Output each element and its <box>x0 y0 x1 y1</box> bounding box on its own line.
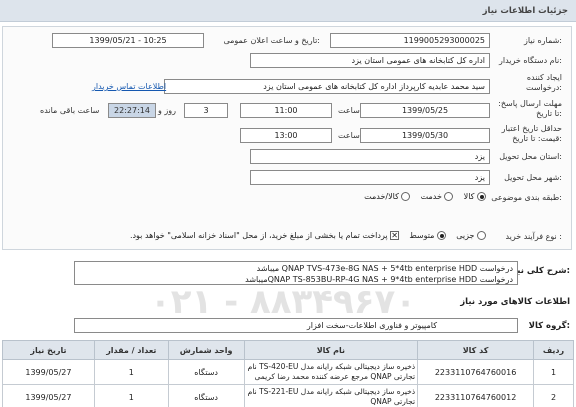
table-row[interactable]: 1399/05/27 1 دستگاه ذخیره ساز دیجیتالی ش… <box>2 384 574 407</box>
table-row[interactable]: 1399/05/27 1 دستگاه ذخیره ساز دیجیتالی ش… <box>2 359 574 385</box>
process-radio-medium[interactable] <box>437 231 447 240</box>
reply-date-field: 1399/05/25 <box>360 103 490 118</box>
category-radio-goods[interactable] <box>477 192 486 201</box>
cell-unit: دستگاه <box>167 359 245 385</box>
cell-unit: دستگاه <box>167 384 245 407</box>
process-options: جزیی متوسط ✕ پرداخت تمام یا بخشی از مبلغ… <box>130 231 486 240</box>
category-radio-goods-service[interactable] <box>401 192 411 201</box>
announce-label: تاریخ و ساعت اعلان عمومی: <box>223 36 320 45</box>
category-radio-service[interactable] <box>444 192 454 201</box>
remaining-time-counter: 22:27:14 <box>108 103 156 118</box>
category-option-service: خدمت <box>420 192 442 201</box>
cell-need-date: 1399/05/27 <box>2 359 95 385</box>
province-field: یزد <box>250 149 490 164</box>
reply-time-label: ساعت <box>338 106 360 115</box>
cell-item-code: 2233110764760016 <box>417 359 535 385</box>
cell-row-number: 1 <box>533 359 574 385</box>
validity-date-field: 1399/05/30 <box>360 128 490 143</box>
col-quantity: تعداد / مقدار <box>93 340 169 360</box>
items-section-title: اطلاعات کالاهای مورد نیاز <box>460 297 570 307</box>
col-need-date: تاریخ نیاز <box>2 340 95 360</box>
cell-quantity: 1 <box>93 359 169 385</box>
goods-group-value: کامپیوتر و فناوری اطلاعات-سخت افزار <box>306 321 437 330</box>
cell-row-number: 2 <box>533 384 574 407</box>
buyer-contact-link[interactable]: اطلاعات تماس خریدار <box>92 82 166 91</box>
price-validity-label: حداقل تاریخ اعتبار قیمت: تا تاریخ: <box>501 124 562 143</box>
process-type-label: نوع فرآیند خرید : <box>505 232 562 241</box>
need-number-field: 1199005293000025 <box>330 33 490 48</box>
days-remaining-field: 3 <box>184 103 228 118</box>
need-number-label: شماره نیاز: <box>523 36 562 45</box>
process-option-minor: جزیی <box>456 231 475 240</box>
table-header-row: تاریخ نیاز تعداد / مقدار واحد شمارش نام … <box>2 340 574 360</box>
reply-deadline-label: مهلت ارسال پاسخ: تا تاریخ: <box>498 99 562 118</box>
cell-item-name: ذخیره ساز دیجیتالی شبکه رایانه مدل TS-22… <box>243 384 419 407</box>
days-label: روز و <box>158 106 176 115</box>
col-item-code: کد کالا <box>417 340 535 360</box>
category-option-goods-service: کالا/خدمت <box>364 192 399 201</box>
page-title: جزئیات اطلاعات نیاز <box>482 6 568 16</box>
buyer-field: اداره کل کتابخانه های عمومی استان یزد <box>250 53 490 68</box>
cell-item-code: 2233110764760012 <box>417 384 535 407</box>
city-label: شهر محل تحویل: <box>504 173 562 182</box>
col-item-name: نام کالا <box>243 340 419 360</box>
header-bar: جزئیات اطلاعات نیاز <box>0 0 576 22</box>
reply-time-field: 11:00 <box>240 103 332 118</box>
treasury-payment-note: پرداخت تمام یا بخشی از مبلغ خرید، از محل… <box>129 231 388 240</box>
validity-time-label: ساعت <box>338 131 360 140</box>
announce-datetime-field: 1399/05/21 - 10:25 <box>52 33 204 48</box>
creator-label: ایجاد کننده درخواست: <box>526 73 562 92</box>
phone-watermark: ۰۲۱ - ۸۸۳۴۹۶۷۰ <box>150 282 417 322</box>
province-label: استان محل تحویل: <box>499 152 562 161</box>
category-label: طبقه بندی موضوعی: <box>491 193 562 202</box>
process-radio-minor[interactable] <box>477 231 486 240</box>
category-options: کالا خدمت کالا/خدمت <box>364 192 486 201</box>
treasury-payment-checkbox[interactable]: ✕ <box>390 231 400 240</box>
process-option-medium: متوسط <box>409 231 435 240</box>
goods-group-field: کامپیوتر و فناوری اطلاعات-سخت افزار <box>74 318 518 333</box>
category-option-goods: کالا <box>463 192 475 201</box>
city-field: یزد <box>250 170 490 185</box>
cell-quantity: 1 <box>93 384 169 407</box>
buyer-label: نام دستگاه خریدار: <box>498 56 562 65</box>
cell-need-date: 1399/05/27 <box>2 384 95 407</box>
validity-time-field: 13:00 <box>240 128 332 143</box>
col-row: ردیف <box>533 340 574 360</box>
items-table: تاریخ نیاز تعداد / مقدار واحد شمارش نام … <box>2 340 574 407</box>
remaining-time-label: ساعت باقی مانده <box>40 106 100 115</box>
goods-group-label: گروه کالا: <box>528 321 570 331</box>
summary-title: شرح کلی نیاز: <box>509 266 570 276</box>
summary-line-1: درخواست QNAP TVS-473e-8G NAS + 5*4tb ent… <box>256 264 513 273</box>
col-unit: واحد شمارش <box>167 340 245 360</box>
creator-field: سید محمد عابدیه کارپرداز اداره کل کتابخا… <box>164 79 490 94</box>
cell-item-name: ذخیره ساز دیجیتالی شبکه رایانه مدل TS-42… <box>243 359 419 385</box>
